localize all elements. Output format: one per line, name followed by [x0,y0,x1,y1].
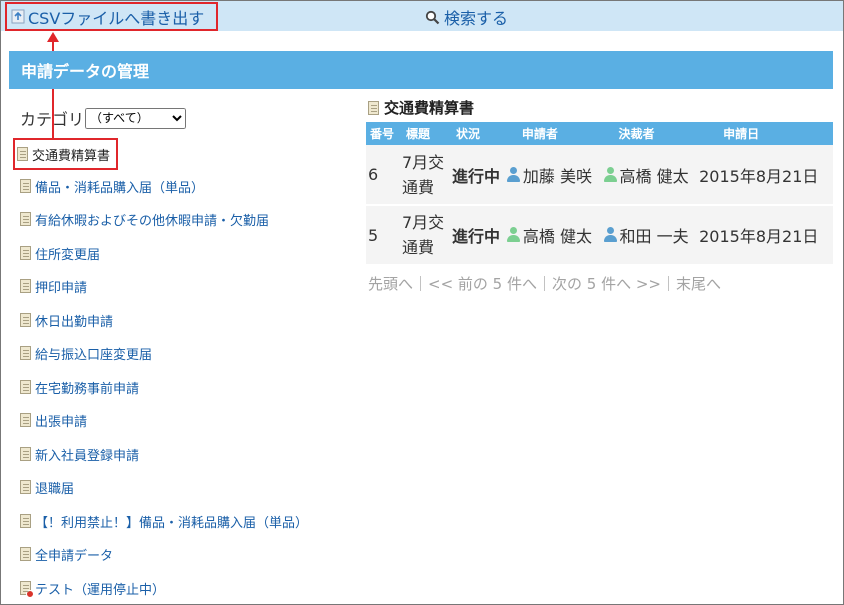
page-title: 申請データの管理 [9,51,833,89]
cell-applicant[interactable]: 加藤 美咲 [505,145,603,206]
category-item[interactable]: 備品・消耗品購入届（単品） [20,175,204,197]
approver-name: 高橋 健太 [619,166,689,186]
category-label: カテゴリ [20,110,85,129]
document-icon [20,413,31,427]
user-icon [506,166,520,183]
category-item[interactable]: 【！利用禁止！】備品・消耗品購入届（単品） [20,510,308,532]
column-header[interactable]: 決裁者 [602,122,700,145]
cell-status: 進行中 [452,205,506,266]
table-header-row: 番号 標題 状況 申請者 決裁者 申請日 [366,122,833,145]
csv-export-label: CSVファイルへ書き出す [28,8,205,28]
document-icon [17,147,28,161]
cell-date: 2015年8月21日 [699,205,833,266]
cell-status: 進行中 [452,145,506,206]
search-label: 検索する [444,9,509,28]
applicant-name: 加藤 美咲 [522,166,592,186]
table-row: 5 7月交通費 進行中 高橋 健太 和田 一夫 2015年8月21日 [366,205,833,266]
category-item[interactable]: 休日出勤申請 [20,309,113,331]
category-item-label: 有給休暇およびその他休暇申請・欠勤届 [35,213,270,229]
form-title-label: 交通費精算書 [384,99,475,117]
csv-export-link[interactable]: CSVファイルへ書き出す [5,2,218,31]
annotation-arrow-head [47,32,59,42]
category-item-label: 交通費精算書 [32,148,111,164]
category-item-label: 出張申請 [35,414,88,430]
category-item-label: 押印申請 [35,280,88,296]
category-item-label: 在宅勤務事前申請 [35,381,140,397]
category-item[interactable]: 退職届 [20,476,74,498]
form-title: 交通費精算書 [368,97,474,118]
csv-export-icon [11,9,25,24]
document-icon [20,514,31,528]
document-icon [20,480,31,494]
category-item[interactable]: 給与振込口座変更届 [20,342,152,364]
cell-approver[interactable]: 和田 一夫 [602,205,700,266]
cell-number: 6 [366,145,402,206]
document-icon [20,380,31,394]
category-item[interactable]: 全申請データ [20,543,113,565]
stop-icon [26,590,34,598]
document-icon [20,179,31,193]
cell-number: 5 [366,205,402,266]
category-item[interactable]: 交通費精算書 [13,138,119,170]
column-header[interactable]: 番号 [366,122,402,145]
document-icon [20,212,31,226]
category-select[interactable]: （すべて） [85,107,187,129]
category-item[interactable]: 住所変更届 [20,242,100,264]
category-filter: カテゴリ （すべて） [20,106,187,130]
category-item-label: 退職届 [35,481,75,497]
document-icon [20,346,31,360]
category-item[interactable]: 在宅勤務事前申請 [20,376,139,398]
category-item-label: 新入社員登録申請 [35,448,140,464]
user-icon [506,227,520,243]
category-item-label: 【！利用禁止！】備品・消耗品購入届（単品） [35,515,309,531]
document-stopped-icon [20,581,34,598]
column-header[interactable]: 状況 [452,122,506,145]
category-item-label: 給与振込口座変更届 [35,347,153,363]
column-header[interactable]: 標題 [402,122,452,145]
category-item-label: 住所変更届 [35,247,101,263]
document-icon [368,100,379,115]
document-icon [20,447,31,461]
cell-date: 2015年8月21日 [699,145,833,206]
category-item[interactable]: 有給休暇およびその他休暇申請・欠勤届 [20,208,269,230]
category-item-label: 休日出勤申請 [35,314,114,330]
approver-name: 和田 一夫 [619,227,689,246]
category-item-label: 備品・消耗品購入届（単品） [35,180,205,196]
document-icon [20,246,31,260]
cell-title-link[interactable]: 7月交通費 [402,145,452,206]
category-item-label: テスト（運用停止中） [35,582,166,598]
category-item[interactable]: 新入社員登録申請 [20,443,139,465]
category-item[interactable]: 出張申請 [20,409,87,431]
cell-applicant[interactable]: 高橋 健太 [505,205,603,266]
document-icon [20,279,31,293]
document-icon [20,313,31,327]
cell-title-link[interactable]: 7月交通費 [402,205,452,266]
document-icon [20,547,31,561]
user-icon [603,227,617,243]
applicant-name: 高橋 健太 [522,227,592,246]
toolbar: CSVファイルへ書き出す 検索する [1,1,843,31]
cell-approver[interactable]: 高橋 健太 [602,145,700,206]
category-item[interactable]: テスト（運用停止中） [20,577,165,599]
request-table: 番号 標題 状況 申請者 決裁者 申請日 6 7月交通費 進行中 加藤 美咲 高… [366,122,833,266]
category-item[interactable]: 押印申請 [20,275,87,297]
user-icon [603,166,617,183]
pagination: 先頭へ｜<< 前の 5 件へ｜次の 5 件へ >>｜末尾へ [368,275,721,293]
column-header[interactable]: 申請日 [699,122,833,145]
table-row: 6 7月交通費 進行中 加藤 美咲 高橋 健太 2015年8月21日 [366,145,833,206]
category-item-label: 全申請データ [35,548,114,564]
search-icon [425,10,440,24]
search-link[interactable]: 検索する [425,5,508,29]
column-header[interactable]: 申請者 [505,122,603,145]
